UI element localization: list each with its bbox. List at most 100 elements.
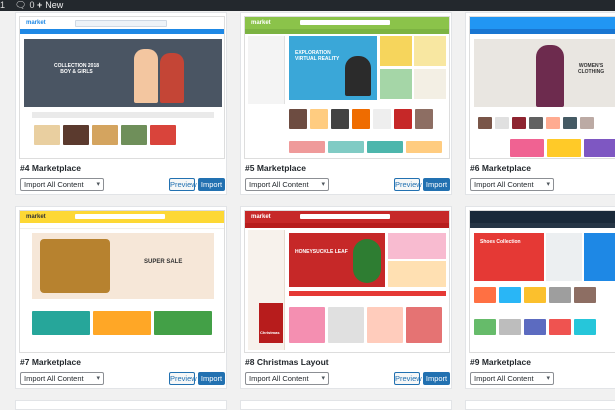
layout-title: #5 Marketplace [245, 163, 306, 173]
preview-button[interactable]: Preview [169, 178, 197, 191]
side-banner-label: Christmas [260, 330, 280, 335]
banner-line2: CLOTHING [578, 69, 605, 75]
thumb-logo: market [251, 214, 271, 220]
import-button[interactable]: Import [198, 372, 225, 385]
updates-indicator[interactable]: 1 [0, 0, 5, 11]
thumb-banner: Shoes Collection [474, 233, 544, 281]
import-type-select[interactable]: Import All Content ▾ [470, 178, 554, 191]
thumb-strip [32, 112, 214, 118]
preview-button[interactable]: Preview [394, 178, 422, 191]
banner-line1: SUPER SALE [144, 259, 183, 265]
thumb-strip [289, 291, 446, 296]
import-type-select[interactable]: Import All Content ▾ [20, 372, 104, 385]
chevron-down-icon: ▾ [546, 375, 550, 382]
thumb-search [300, 214, 390, 219]
layout-card-9: Shoes Collection #9 Marketplace Import A… [465, 206, 615, 389]
thumb-side-banner: Christmas [259, 303, 283, 343]
thumb-promo [414, 69, 446, 99]
layout-title: #8 Christmas Layout [245, 357, 329, 367]
thumb-categories [289, 141, 442, 153]
thumb-promo [584, 233, 615, 281]
thumb-header: market [20, 211, 224, 223]
comments-menu[interactable]: 🗨 0 [15, 0, 34, 11]
model-figure [536, 45, 564, 107]
thumb-sidebar [248, 36, 285, 104]
new-content-menu[interactable]: + New [37, 0, 63, 11]
kid-figure [134, 49, 158, 103]
thumb-products [474, 287, 596, 303]
import-type-select[interactable]: Import All Content ▾ [470, 372, 554, 385]
thumb-search [300, 20, 390, 25]
admin-bar: 1 🗨 0 + New [0, 0, 615, 11]
layout-card-6: WOMEN'S CLOTHING #6 Marketplace Import A… [465, 12, 615, 195]
wreath-figure [353, 239, 381, 283]
plus-icon: + [37, 0, 43, 10]
thumb-products [289, 109, 433, 129]
layout-title: #6 Marketplace [470, 163, 531, 173]
import-type-select[interactable]: Import All Content ▾ [20, 178, 104, 191]
layout-title: #7 Marketplace [20, 357, 81, 367]
import-button[interactable]: Import [423, 372, 450, 385]
import-button[interactable]: Import [423, 178, 450, 191]
thumb-products-2 [474, 319, 596, 335]
comments-count: 0 [29, 0, 35, 10]
thumb-header: market [20, 17, 224, 29]
preview-button[interactable]: Preview [394, 372, 422, 385]
layout-title: #4 Marketplace [20, 163, 81, 173]
thumb-banner: EXPLORATION VIRTUAL REALITY [289, 36, 377, 100]
thumb-promo [388, 233, 446, 259]
layout-preview-image-7: market SUPER SALE [19, 210, 225, 353]
chevron-down-icon: ▾ [321, 181, 325, 188]
thumb-nav [20, 223, 224, 229]
import-type-select[interactable]: Import All Content ▾ [245, 178, 329, 191]
layout-card-next-2 [240, 400, 452, 410]
layout-card-7: market SUPER SALE #7 Marketplace Import … [15, 206, 227, 389]
thumb-banner: WOMEN'S CLOTHING [474, 39, 615, 107]
chevron-down-icon: ▾ [546, 181, 550, 188]
thumb-promo [388, 261, 446, 287]
layout-preview-image-5: market EXPLORATION VIRTUAL REALITY [244, 16, 450, 159]
thumb-promo [414, 36, 446, 66]
layout-card-next-3 [465, 400, 615, 410]
layout-card-4: market COLLECTION 2018 BOY & GIRLS #4 Ma… [15, 12, 227, 195]
layout-preview-image-6: WOMEN'S CLOTHING [469, 16, 615, 159]
updates-count: 1 [0, 0, 6, 10]
thumb-search [75, 20, 167, 27]
thumb-nav [245, 29, 449, 34]
layout-preview-image-9: Shoes Collection [469, 210, 615, 353]
layout-card-8: market HONEYSUCKLE LEAF Christmas #8 Chr… [240, 206, 452, 389]
thumb-nav [470, 223, 615, 228]
chevron-down-icon: ▾ [96, 375, 100, 382]
thumb-promo [380, 36, 412, 66]
layout-title: #9 Marketplace [470, 357, 531, 367]
import-type-select[interactable]: Import All Content ▾ [245, 372, 329, 385]
thumb-promos [32, 311, 212, 335]
thumb-nav [20, 29, 224, 34]
vr-figure [345, 56, 371, 96]
new-label: New [45, 0, 64, 10]
thumb-banner: COLLECTION 2018 BOY & GIRLS [24, 39, 222, 107]
banner-line2: VIRTUAL REALITY [295, 56, 340, 62]
thumb-promo [546, 233, 582, 281]
layout-preview-image-8: market HONEYSUCKLE LEAF Christmas [244, 210, 450, 353]
kid-figure [160, 53, 184, 103]
chevron-down-icon: ▾ [96, 181, 100, 188]
import-button[interactable]: Import [198, 178, 225, 191]
thumb-products [478, 117, 594, 129]
thumb-nav [245, 223, 449, 228]
thumb-products [289, 307, 442, 343]
banner-line2: BOY & GIRLS [60, 69, 93, 75]
thumb-nav [470, 29, 615, 34]
comment-icon: 🗨 [15, 0, 27, 10]
thumb-header: market [245, 211, 449, 223]
chevron-down-icon: ▾ [321, 375, 325, 382]
preview-button[interactable]: Preview [169, 372, 197, 385]
thumb-categories [510, 139, 615, 157]
thumb-logo: market [251, 20, 271, 26]
layout-preview-image-4: market COLLECTION 2018 BOY & GIRLS [19, 16, 225, 159]
thumb-products [34, 125, 176, 145]
thumb-header [470, 17, 615, 29]
thumb-promo [380, 69, 412, 99]
thumb-banner: HONEYSUCKLE LEAF [289, 233, 385, 287]
bag-figure [40, 239, 110, 293]
